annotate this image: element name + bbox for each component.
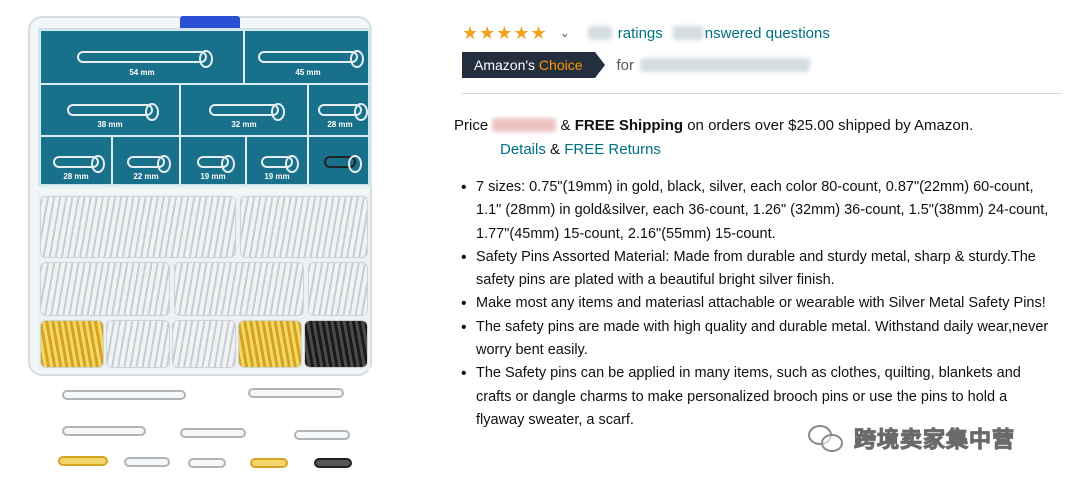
lid-cell	[308, 136, 372, 188]
size-label: 38 mm	[97, 120, 123, 129]
compartment-silver	[40, 262, 170, 316]
pin-drawing	[67, 103, 159, 121]
pin-drawing	[209, 103, 285, 121]
size-label: 19 mm	[264, 172, 290, 181]
pin-drawing	[318, 103, 368, 121]
lid-cell: 38 mm	[40, 84, 180, 136]
sample-pin	[124, 457, 170, 467]
badge-brand: Amazon's	[474, 57, 536, 73]
sample-pin	[180, 428, 246, 438]
sample-pin	[58, 456, 108, 466]
redacted-price	[492, 118, 557, 132]
wechat-icon	[808, 423, 846, 453]
size-label: 28 mm	[327, 120, 353, 129]
pin-drawing	[258, 49, 364, 68]
lid-cell: 32 mm	[180, 84, 308, 136]
box-lid: 54 mm 45 mm 38 mm 32 mm 28 mm 28 mm 22 m…	[38, 28, 372, 188]
sample-pin	[248, 388, 344, 398]
pin-drawing	[77, 49, 213, 68]
redacted-count	[672, 26, 703, 40]
sample-pin	[62, 390, 186, 400]
sample-pin	[188, 458, 226, 468]
lid-cell: 19 mm	[180, 136, 246, 188]
choice-for-label: for	[616, 56, 635, 74]
product-image[interactable]: 54 mm 45 mm 38 mm 32 mm 28 mm 28 mm 22 m…	[22, 12, 402, 480]
price-row: Price & FREE Shipping on orders over $25…	[454, 117, 973, 134]
compartment-silver	[308, 262, 368, 316]
lid-cell: 45 mm	[244, 30, 372, 84]
compartment-gold	[40, 320, 104, 368]
lid-cell: 54 mm	[40, 30, 244, 84]
compartment-silver	[172, 320, 236, 368]
details-link[interactable]: Details	[500, 141, 546, 158]
size-label: 22 mm	[133, 172, 159, 181]
sample-pin	[62, 426, 146, 436]
pin-storage-box: 54 mm 45 mm 38 mm 32 mm 28 mm 28 mm 22 m…	[28, 16, 372, 376]
price-amp: &	[560, 117, 571, 134]
shipping-text: on orders over $25.00 shipped by Amazon.	[687, 117, 974, 134]
free-returns-link[interactable]: FREE Returns	[564, 141, 661, 158]
rating-row: ★★★★★ ⌄ ratings nswered questions	[462, 22, 830, 44]
chevron-down-icon[interactable]: ⌄	[560, 26, 570, 40]
lid-cell: 22 mm	[112, 136, 180, 188]
pin-drawing	[197, 155, 235, 173]
pin-drawing	[53, 155, 105, 173]
badge-accent: Choice	[538, 57, 583, 73]
compartment-gold	[238, 320, 302, 368]
pin-drawing	[127, 155, 171, 173]
size-label: 54 mm	[129, 68, 155, 77]
price-label: Price	[454, 117, 489, 134]
choice-row: Amazon's Choice for	[462, 52, 811, 78]
feature-bullet: Make most any items and materiasl attach…	[458, 292, 1058, 316]
star-rating[interactable]: ★★★★★	[462, 23, 548, 44]
amazons-choice-badge[interactable]: Amazon's Choice	[462, 52, 604, 78]
feature-bullet: The safety pins are made with high quali…	[458, 316, 1058, 363]
compartment-silver	[40, 196, 236, 258]
free-shipping-label: FREE Shipping	[574, 117, 684, 134]
feature-bullet: Safety Pins Assorted Material: Made from…	[458, 246, 1058, 293]
size-label: 32 mm	[231, 120, 257, 129]
redacted-count	[587, 26, 612, 40]
size-label: 28 mm	[63, 172, 89, 181]
size-label: 19 mm	[200, 172, 226, 181]
compartment-silver	[106, 320, 170, 368]
redacted-keyword	[640, 58, 811, 72]
sample-pin	[314, 458, 352, 468]
watermark-text: 跨境卖家集中营	[853, 428, 1016, 454]
lid-cell: 28 mm	[40, 136, 112, 188]
answered-questions-link[interactable]: nswered questions	[705, 25, 830, 42]
pin-drawing	[324, 155, 362, 173]
returns-amp: &	[550, 141, 561, 158]
product-details: ★★★★★ ⌄ ratings nswered questions Amazon…	[454, 0, 1064, 486]
watermark: 跨境卖家集中营	[808, 420, 1015, 456]
compartment-black	[304, 320, 368, 368]
returns-row: Details & FREE Returns	[500, 141, 661, 158]
compartment-silver	[240, 196, 368, 258]
pin-drawing	[261, 155, 299, 173]
divider	[462, 93, 1062, 94]
sample-pin	[294, 430, 350, 440]
lid-cell: 19 mm	[246, 136, 308, 188]
feature-bullet: 7 sizes: 0.75"(19mm) in gold, black, sil…	[458, 176, 1058, 246]
feature-bullets: 7 sizes: 0.75"(19mm) in gold, black, sil…	[458, 176, 1058, 432]
sample-pin	[250, 458, 288, 468]
size-label: 45 mm	[295, 68, 321, 77]
ratings-link[interactable]: ratings	[618, 25, 663, 42]
box-tray	[38, 194, 370, 370]
compartment-silver	[174, 262, 304, 316]
lid-cell: 28 mm	[308, 84, 372, 136]
